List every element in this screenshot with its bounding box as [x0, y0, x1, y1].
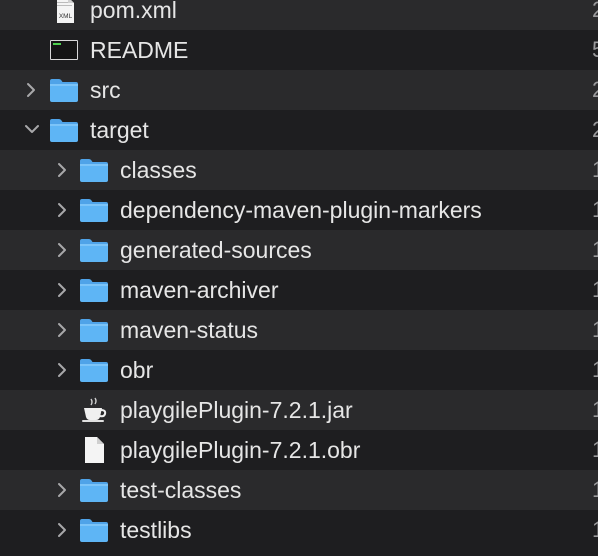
- next-column-value: 1: [592, 157, 598, 183]
- folder-icon: [49, 77, 79, 103]
- file-row-playgileplugin-7-2-1-jar[interactable]: playgilePlugin-7.2.1.jar 1: [0, 390, 598, 430]
- next-column-value: 1: [592, 277, 598, 303]
- xml-file-icon: XML: [49, 0, 79, 23]
- file-name-label: README: [90, 37, 189, 63]
- next-column-value: 5: [592, 37, 598, 63]
- file-name-label: dependency-maven-plugin-markers: [120, 197, 482, 223]
- file-row-maven-status[interactable]: maven-status 1: [0, 310, 598, 350]
- file-row-playgileplugin-7-2-1-obr[interactable]: playgilePlugin-7.2.1.obr 1: [0, 430, 598, 470]
- next-column-value: 1: [592, 437, 598, 463]
- next-column-value: 1: [592, 317, 598, 343]
- next-column-value: 2: [592, 77, 598, 103]
- folder-icon: [79, 197, 109, 223]
- chevron-right-icon[interactable]: [24, 82, 38, 98]
- next-column-value: 2: [592, 0, 598, 23]
- file-row-maven-archiver[interactable]: maven-archiver 1: [0, 270, 598, 310]
- file-row-obr[interactable]: obr 1: [0, 350, 598, 390]
- file-name-label: maven-status: [120, 317, 259, 343]
- folder-icon: [79, 277, 109, 303]
- file-row-readme[interactable]: README 5: [0, 30, 598, 70]
- chevron-right-icon[interactable]: [55, 282, 69, 298]
- svg-text:XML: XML: [59, 13, 73, 20]
- file-name-label: generated-sources: [120, 237, 312, 263]
- chevron-right-icon[interactable]: [55, 362, 69, 378]
- file-name-label: classes: [120, 157, 197, 183]
- file-row-testlibs[interactable]: testlibs 1: [0, 510, 598, 550]
- file-row-target[interactable]: target 2: [0, 110, 598, 150]
- document-icon: [79, 437, 109, 463]
- file-name-label: target: [90, 117, 149, 143]
- chevron-down-icon[interactable]: [24, 122, 39, 138]
- java-jar-icon: [79, 397, 109, 423]
- folder-icon: [79, 517, 109, 543]
- next-column-value: 1: [592, 517, 598, 543]
- next-column-value: 2: [592, 117, 598, 143]
- chevron-right-icon[interactable]: [55, 322, 69, 338]
- file-name-label: testlibs: [120, 517, 192, 543]
- file-list: XMLpom.xml2README5src2target2classes1dep…: [0, 0, 598, 550]
- folder-icon: [79, 237, 109, 263]
- next-column-value: 1: [592, 197, 598, 223]
- file-name-label: pom.xml: [90, 0, 177, 23]
- file-row-classes[interactable]: classes 1: [0, 150, 598, 190]
- chevron-right-icon[interactable]: [55, 482, 69, 498]
- folder-icon: [79, 157, 109, 183]
- next-column-value: 1: [592, 357, 598, 383]
- chevron-right-icon[interactable]: [55, 522, 69, 538]
- next-column-value: 1: [592, 237, 598, 263]
- folder-icon: [49, 117, 79, 143]
- file-row-src[interactable]: src 2: [0, 70, 598, 110]
- chevron-right-icon[interactable]: [55, 202, 69, 218]
- file-row-pom-xml[interactable]: XML pom.xml 2: [0, 0, 598, 30]
- file-name-label: playgilePlugin-7.2.1.obr: [120, 437, 361, 463]
- file-name-label: src: [90, 77, 121, 103]
- file-row-dependency-maven-plugin-markers[interactable]: dependency-maven-plugin-markers 1: [0, 190, 598, 230]
- file-name-label: obr: [120, 357, 154, 383]
- file-name-label: playgilePlugin-7.2.1.jar: [120, 397, 353, 423]
- folder-icon: [79, 357, 109, 383]
- folder-icon: [79, 477, 109, 503]
- next-column-value: 1: [592, 477, 598, 503]
- chevron-right-icon[interactable]: [55, 242, 69, 258]
- file-row-generated-sources[interactable]: generated-sources 1: [0, 230, 598, 270]
- terminal-executable-icon: [49, 37, 79, 63]
- file-name-label: test-classes: [120, 477, 242, 503]
- chevron-right-icon[interactable]: [55, 162, 69, 178]
- file-row-test-classes[interactable]: test-classes 1: [0, 470, 598, 510]
- file-name-label: maven-archiver: [120, 277, 279, 303]
- next-column-value: 1: [592, 397, 598, 423]
- folder-icon: [79, 317, 109, 343]
